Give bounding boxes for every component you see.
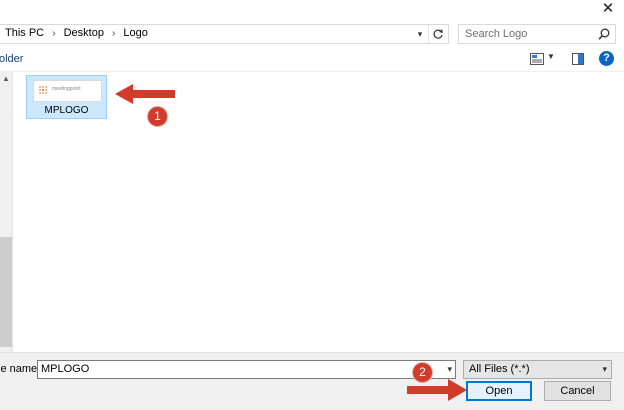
step-badge-1: 1	[148, 107, 167, 126]
open-file-dialog: ✕ This PC › Desktop › Logo ▾ older	[0, 0, 624, 410]
view-icon[interactable]	[530, 53, 544, 65]
help-icon[interactable]: ?	[599, 51, 614, 66]
breadcrumb: This PC › Desktop › Logo	[5, 27, 148, 39]
breadcrumb-desktop[interactable]: Desktop	[64, 27, 104, 39]
close-icon[interactable]: ✕	[598, 0, 618, 18]
divider	[12, 72, 13, 352]
breadcrumb-separator-icon[interactable]: ›	[52, 28, 55, 39]
divider	[428, 25, 429, 43]
address-bar[interactable]: This PC › Desktop › Logo ▾	[0, 24, 449, 44]
chevron-down-icon[interactable]: ▾	[602, 364, 607, 375]
logo-icon	[39, 86, 47, 94]
chevron-down-icon[interactable]: ▾	[447, 364, 452, 375]
new-folder-button[interactable]: older	[0, 53, 23, 65]
divider	[0, 71, 624, 72]
breadcrumb-separator-icon[interactable]: ›	[112, 28, 115, 39]
file-type-filter[interactable]: All Files (*.*) ▾	[463, 360, 612, 379]
scroll-up-icon[interactable]: ▲	[2, 74, 10, 83]
file-thumbnail: meetingpoint	[33, 80, 102, 102]
search-box[interactable]	[458, 24, 616, 44]
file-name-value[interactable]: MPLOGO	[41, 363, 89, 375]
preview-pane-icon[interactable]	[572, 53, 584, 65]
chevron-down-icon[interactable]: ▼	[547, 52, 555, 61]
file-name-field[interactable]: MPLOGO ▾	[37, 360, 456, 379]
bottom-panel: le name: MPLOGO ▾ All Files (*.*) ▾ Open…	[0, 353, 624, 410]
file-type-value: All Files (*.*)	[469, 363, 530, 375]
arrow-annotation	[407, 379, 467, 401]
open-button[interactable]: Open	[466, 381, 532, 401]
search-icon[interactable]	[597, 27, 611, 41]
toolbar: older ▼ ?	[0, 49, 624, 71]
arrow-annotation	[115, 84, 175, 104]
thumbnail-text: meetingpoint	[52, 86, 81, 92]
breadcrumb-logo[interactable]: Logo	[123, 27, 147, 39]
navigation-scrollbar[interactable]: ▲	[0, 72, 12, 352]
breadcrumb-this-pc[interactable]: This PC	[5, 27, 44, 39]
file-name-label: le name:	[0, 363, 41, 375]
search-input[interactable]	[462, 26, 598, 42]
file-item-mplogo[interactable]: meetingpoint MPLOGO	[26, 75, 107, 119]
chevron-down-icon[interactable]: ▾	[413, 27, 427, 41]
file-name-label: MPLOGO	[44, 105, 89, 116]
scrollbar-thumb[interactable]	[0, 237, 12, 347]
refresh-icon[interactable]	[430, 26, 446, 42]
cancel-button[interactable]: Cancel	[544, 381, 611, 401]
